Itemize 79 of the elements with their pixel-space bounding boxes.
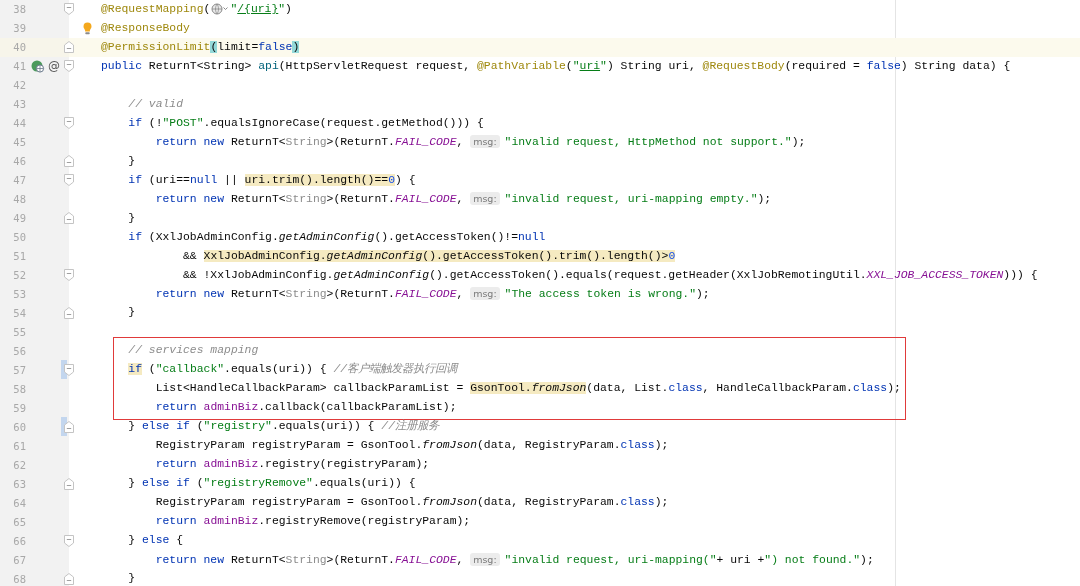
code-line: return new ReturnT<String>(ReturnT.FAIL_CODE, msg: "invalid request, HttpMethod not support."); — [154, 134, 806, 151]
line-number: 44 — [12, 117, 26, 130]
code-line: if (uri==null || uri.trim().length()==0) { — [127, 172, 416, 188]
line-number: 41 — [12, 60, 26, 73]
code-line: public ReturnT<String> api(HttpServletRequest request, @PathVariable("uri") String uri, @RequestBody(required = false) String data) { — [101, 58, 1011, 74]
code-line: } else if ("registry".equals(uri)) { //注册服务 — [127, 419, 439, 435]
line-number: 59 — [12, 401, 26, 414]
code-line: @RequestMapping( — [101, 2, 211, 17]
line-number: 46 — [12, 155, 26, 168]
line-number: 62 — [12, 458, 26, 471]
line-number: 61 — [12, 439, 26, 452]
fold-icon[interactable] — [64, 363, 74, 376]
line-number: 57 — [12, 363, 26, 376]
line-number: 63 — [12, 477, 26, 490]
fold-icon[interactable] — [64, 3, 74, 16]
fold-icon[interactable] — [64, 155, 74, 168]
line-number: 42 — [12, 79, 26, 92]
bulb-icon[interactable] — [83, 21, 92, 35]
line-number: 48 — [12, 193, 26, 206]
globe-icon[interactable] — [211, 3, 230, 16]
globe-badge-icon[interactable] — [31, 59, 45, 74]
fold-icon[interactable] — [64, 534, 74, 547]
code-line: // valid — [127, 96, 184, 112]
line-number: 55 — [12, 325, 26, 338]
fold-icon[interactable] — [64, 212, 74, 225]
fold-icon[interactable] — [64, 572, 74, 585]
code-line: } else if ("registryRemove".equals(uri)) { — [127, 476, 416, 492]
fold-icon[interactable] — [64, 269, 74, 282]
code-line: @ResponseBody — [101, 20, 190, 36]
code-line: return adminBiz.callback(callbackParamList); — [154, 400, 457, 416]
line-number: 67 — [12, 553, 26, 566]
line-number: 60 — [12, 420, 26, 433]
fold-icon[interactable] — [64, 420, 74, 433]
fold-icon[interactable] — [64, 477, 74, 490]
line-number: 52 — [12, 269, 26, 282]
fold-icon[interactable] — [64, 174, 74, 187]
fold-icon[interactable] — [64, 307, 74, 319]
line-number: 66 — [12, 534, 26, 547]
line-number: 47 — [12, 174, 26, 187]
code-line: if (!"POST".equalsIgnoreCase(request.getMethod())) { — [127, 115, 484, 131]
line-number: 38 — [12, 3, 26, 16]
line-number: 68 — [12, 572, 26, 585]
line-number: 64 — [12, 496, 26, 509]
line-number: 40 — [12, 41, 26, 54]
code-line: if (XxlJobAdminConfig.getAdminConfig().getAccessToken()!=null — [127, 229, 546, 245]
code-line: // services mapping — [127, 343, 259, 359]
code-line: if ("callback".equals(uri)) { //客户端触发器执行回调 — [127, 362, 458, 378]
line-number: 56 — [12, 344, 26, 357]
code-line: } — [127, 153, 136, 169]
code-line: RegistryParam registryParam = GsonTool.fromJson(data, RegistryParam.class); — [154, 438, 669, 454]
code-line: return new ReturnT<String>(ReturnT.FAIL_CODE, msg: "invalid request, uri-mapping("+ uri +") not found."); — [154, 551, 874, 568]
line-number: 45 — [12, 136, 26, 149]
line-number: 49 — [12, 212, 26, 225]
code-line: return adminBiz.registry(registryParam); — [154, 457, 430, 473]
code-line: return adminBiz.registryRemove(registryParam); — [154, 514, 471, 530]
code-line: @PermissionLimit(limit=false) — [101, 39, 300, 55]
code-line: return new ReturnT<String>(ReturnT.FAIL_CODE, msg: "invalid request, uri-mapping empty."); — [154, 191, 772, 208]
fold-icon[interactable] — [64, 117, 74, 130]
code-line: && XxlJobAdminConfig.getAdminConfig().getAccessToken().trim().length()>0 — [182, 248, 676, 264]
code-line: } — [127, 305, 136, 321]
code-line: } — [127, 210, 136, 226]
code-line: } — [127, 571, 136, 586]
code-line: List<HandleCallbackParam> callbackParamList = GsonTool.fromJson(data, List.class, HandleCallbackParam.class); — [154, 381, 901, 397]
line-number: 54 — [12, 307, 26, 319]
line-number: 50 — [12, 231, 26, 244]
code-line: "/{uri}") — [230, 2, 292, 17]
code-line: RegistryParam registryParam = GsonTool.fromJson(data, RegistryParam.class); — [154, 495, 669, 511]
code-line: && !XxlJobAdminConfig.getAdminConfig().getAccessToken().equals(request.getHeader(XxlJobRemotingUtil.XXL_JOB_ACCESS_TOKEN))) { — [182, 267, 1038, 283]
code-line: return new ReturnT<String>(ReturnT.FAIL_CODE, msg: "The access token is wrong."); — [154, 286, 710, 302]
line-number: 43 — [12, 98, 26, 111]
line-number: 39 — [12, 22, 26, 35]
line-number: 58 — [12, 382, 26, 395]
code-line: } else { — [127, 533, 184, 549]
line-number: 65 — [12, 515, 26, 528]
line-number: 53 — [12, 288, 26, 300]
gutter-mark[interactable]: @ — [48, 60, 60, 73]
fold-icon[interactable] — [64, 60, 74, 73]
line-number: 51 — [12, 250, 26, 263]
fold-icon[interactable] — [64, 41, 74, 54]
